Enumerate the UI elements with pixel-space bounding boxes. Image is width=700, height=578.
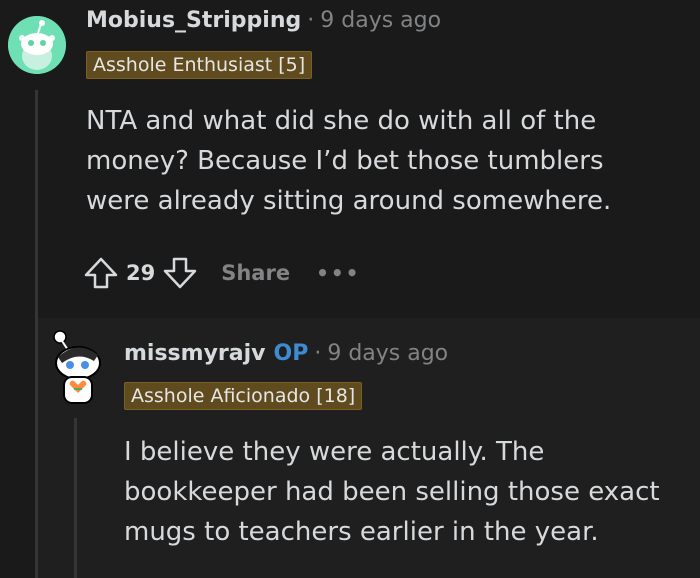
- username[interactable]: Mobius_Stripping: [86, 8, 301, 33]
- separator-dot: ·: [314, 341, 322, 366]
- user-flair: Asshole Enthusiast [5]: [86, 51, 313, 79]
- op-badge: OP: [273, 341, 309, 366]
- comment-body: NTA and what did she do with all of the …: [86, 106, 612, 216]
- timestamp[interactable]: 9 days ago: [320, 8, 441, 33]
- timestamp[interactable]: 9 days ago: [327, 341, 448, 366]
- user-flair: Asshole Aficionado [18]: [124, 382, 363, 410]
- avatar[interactable]: [48, 325, 106, 415]
- snoo-avatar-icon: [53, 330, 101, 404]
- thread-line[interactable]: [35, 90, 38, 578]
- comment-header: Mobius_Stripping · 9 days ago: [86, 8, 441, 33]
- comment-body: I believe they were actually. The bookke…: [124, 437, 660, 547]
- snoo-avatar-icon: [8, 16, 66, 74]
- username[interactable]: missmyrajv: [124, 341, 266, 366]
- comment-actions: 29 Share •••: [82, 254, 360, 292]
- separator-dot: ·: [307, 8, 315, 33]
- more-options-button[interactable]: •••: [316, 261, 360, 285]
- downvote-icon[interactable]: [161, 254, 199, 292]
- share-button[interactable]: Share: [221, 261, 290, 285]
- comment-header: missmyrajv OP · 9 days ago: [124, 341, 448, 366]
- avatar[interactable]: [8, 16, 66, 74]
- reply-thread-line[interactable]: [74, 418, 77, 578]
- upvote-icon[interactable]: [82, 254, 120, 292]
- vote-score: 29: [126, 261, 156, 285]
